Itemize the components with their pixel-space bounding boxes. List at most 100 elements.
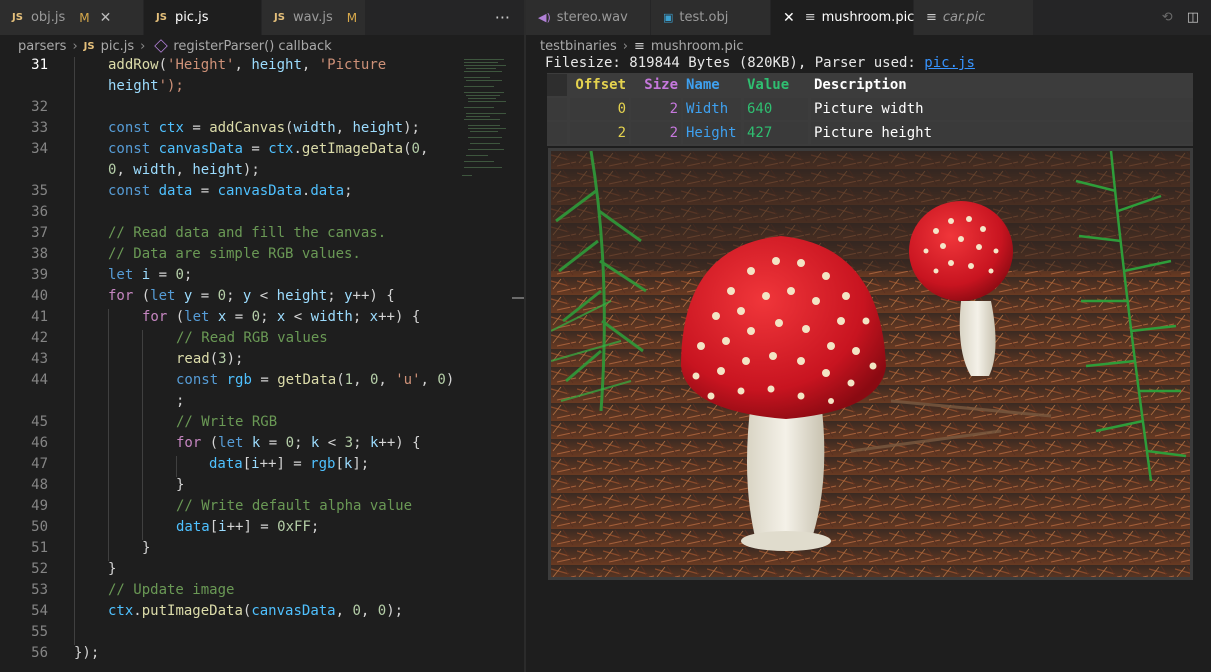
tab-test-obj[interactable]: ▣ test.obj (651, 0, 771, 35)
line-number: 48 (31, 477, 48, 493)
compare-icon[interactable]: ⟲ (1162, 10, 1173, 25)
code-line: } (108, 561, 117, 577)
row-marker (547, 98, 567, 120)
line-number: 54 (31, 603, 48, 619)
code-line: ctx.putImageData(canvasData, 0, 0); (108, 603, 404, 619)
breadcrumb-file[interactable]: mushroom.pic (651, 39, 744, 54)
parser-table: Offset Size Name Value Description 0 2 W… (547, 73, 1193, 146)
indent-guide (74, 57, 75, 645)
tab-pic-js[interactable]: JS pic.js (144, 0, 262, 35)
code-line: } (142, 540, 151, 556)
cell-value: 427 (744, 122, 808, 144)
document-icon: ≡ (633, 38, 645, 54)
split-editor-icon[interactable]: ◫ (1187, 10, 1199, 25)
code-line: data[i++] = rgb[k]; (209, 456, 370, 472)
tab-label: test.obj (679, 10, 729, 25)
left-tab-bar: JS obj.js M ✕ JS pic.js JS wav.js M ··· (0, 0, 524, 35)
code-line: const data = canvasData.data; (108, 183, 353, 199)
modified-badge: M (79, 10, 90, 25)
js-file-icon: JS (274, 12, 285, 23)
more-actions-icon[interactable]: ··· (481, 0, 524, 35)
tab-label: mushroom.pic (821, 10, 915, 25)
cell-offset: 0 (570, 98, 629, 120)
code-line: data[i++] = 0xFF; (176, 519, 320, 535)
breadcrumb-folder[interactable]: parsers (18, 39, 66, 54)
breadcrumb-symbol[interactable]: registerParser() callback (173, 39, 331, 54)
close-icon[interactable]: ✕ (783, 10, 795, 26)
indent-guide (142, 330, 143, 540)
breadcrumb: testbinaries › ≡ mushroom.pic (526, 35, 1211, 57)
code-line: let i = 0; (108, 267, 193, 283)
cell-size: 2 (631, 98, 681, 120)
code-line: } (176, 477, 185, 493)
code-line: const canvasData = ctx.getImageData(0, (108, 141, 429, 157)
tab-stereo-wav[interactable]: ◀) stereo.wav (526, 0, 651, 35)
file-info: Filesize: 819844 Bytes (820KB), Parser u… (545, 55, 975, 71)
code-line: // Data are simple RGB values. (108, 246, 361, 262)
line-number: 33 (31, 120, 48, 136)
row-marker (547, 74, 567, 96)
line-number: 53 (31, 582, 48, 598)
header-name: Name (683, 74, 741, 96)
line-number: 47 (31, 456, 48, 472)
line-number: 52 (31, 561, 48, 577)
minimap[interactable] (460, 57, 512, 197)
line-number: 37 (31, 225, 48, 241)
breadcrumb-file[interactable]: pic.js (101, 39, 135, 54)
symbol-method-icon (154, 39, 169, 53)
line-number: 51 (31, 540, 48, 556)
chevron-right-icon: › (140, 38, 146, 54)
right-tab-bar: ◀) stereo.wav ▣ test.obj ✕ ≡ mushroom.pi… (526, 0, 1211, 35)
line-number: 50 (31, 519, 48, 535)
tab-label: car.pic (942, 10, 986, 25)
tab-label: stereo.wav (556, 10, 628, 25)
row-marker (547, 122, 567, 144)
cell-size: 2 (631, 122, 681, 144)
scrollbar-thumb[interactable] (512, 297, 524, 299)
cell-offset: 2 (570, 122, 629, 144)
code-line: addRow('Height', height, 'Picture (108, 57, 387, 73)
close-icon[interactable]: ✕ (100, 10, 112, 26)
indent-guide (176, 456, 177, 477)
parser-link[interactable]: pic.js (924, 55, 975, 71)
tab-label: wav.js (292, 10, 333, 25)
line-number: 34 (31, 141, 48, 157)
breadcrumb-folder[interactable]: testbinaries (540, 39, 617, 54)
tab-mushroom-pic[interactable]: ✕ ≡ mushroom.pic (771, 0, 914, 35)
line-number: 35 (31, 183, 48, 199)
document-icon: ≡ (804, 10, 816, 25)
code-line: for (let k = 0; k < 3; k++) { (176, 435, 421, 451)
cell-name: Width (683, 98, 741, 120)
line-number: 46 (31, 435, 48, 451)
cell-description: Picture width (811, 98, 1193, 120)
code-line: }); (74, 645, 100, 661)
line-number: 45 (31, 414, 48, 430)
header-description: Description (811, 74, 1193, 96)
line-number: 55 (31, 624, 48, 640)
tab-label: pic.js (174, 10, 209, 25)
header-size: Size (631, 74, 681, 96)
audio-file-icon: ◀) (538, 11, 551, 24)
line-number: 39 (31, 267, 48, 283)
header-value: Value (744, 74, 808, 96)
code-line: // Write RGB (176, 414, 278, 430)
header-offset: Offset (570, 74, 629, 96)
code-line: // Update image (108, 582, 235, 598)
line-number: 44 (31, 372, 48, 388)
tab-obj-js[interactable]: JS obj.js M ✕ (0, 0, 144, 35)
code-editor[interactable]: 31 32 33 34 35 36 37 38 39 40 41 42 43 4… (0, 57, 524, 672)
decoded-picture (548, 148, 1193, 580)
js-file-icon: JS (83, 40, 95, 52)
editor-actions: ⟲ ◫ (1162, 0, 1211, 35)
object-file-icon: ▣ (663, 11, 674, 24)
line-number: 56 (31, 645, 48, 661)
code-line: height'); (108, 78, 184, 94)
tab-label: obj.js (30, 10, 66, 25)
line-number: 42 (31, 330, 48, 346)
tab-wav-js[interactable]: JS wav.js M (262, 0, 366, 35)
chevron-right-icon: › (72, 38, 78, 54)
editor-group-divider[interactable] (524, 0, 526, 672)
code-line: read(3); (176, 351, 244, 367)
tab-car-pic[interactable]: ≡ car.pic (914, 0, 1034, 35)
cell-description: Picture height (811, 122, 1193, 144)
